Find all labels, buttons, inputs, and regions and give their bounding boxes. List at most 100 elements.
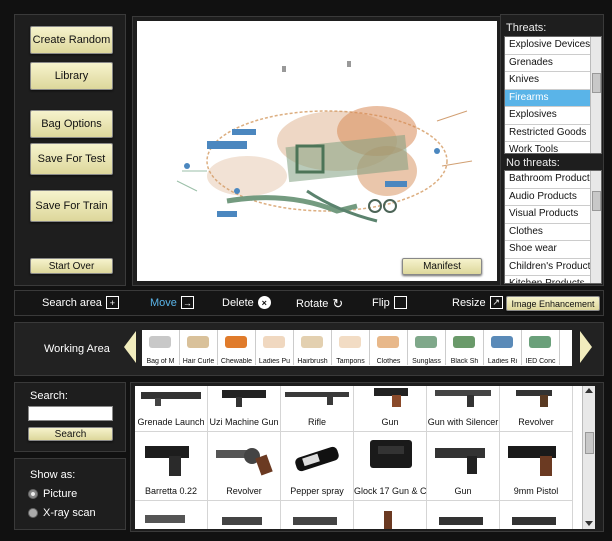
scrollbar-thumb[interactable] [585,432,594,454]
working-area-strip[interactable]: Bag of M Hair Curle Chewable Ladies Pu H… [142,330,572,366]
working-area-item[interactable]: Black Sh [446,330,484,365]
scroll-right-icon[interactable] [580,331,592,363]
no-threat-item[interactable]: Audio Products [505,189,601,206]
search-area-tool[interactable]: Search area + [42,296,119,309]
no-threat-item[interactable]: Clothes [505,224,601,241]
library-item[interactable]: Gun with Silencer [427,386,500,432]
library-item[interactable] [500,501,573,529]
no-threat-item[interactable]: Kitchen Products [505,276,601,283]
working-area-item[interactable]: Tampons [332,330,370,365]
library-item[interactable]: Revolver [500,386,573,432]
library-item-label: Grenade Launch [137,417,205,427]
library-scrollbar[interactable] [582,386,595,529]
working-area-item-label: Chewable [220,358,253,365]
library-item[interactable] [354,501,427,529]
rotate-tool[interactable]: Rotate ↻ [296,296,343,312]
flip-tool[interactable]: Flip [372,296,407,309]
delete-tool[interactable]: Delete × [222,296,271,309]
library-item[interactable] [281,501,354,529]
no-threat-item[interactable]: Shoe wear [505,241,601,259]
threat-item[interactable]: Restricted Goods [505,125,601,142]
no-threats-list[interactable]: Bathroom Products Audio Products Visual … [504,170,602,284]
radio-picture[interactable]: Picture [28,488,77,500]
scroll-up-icon[interactable] [585,388,593,393]
no-threat-item[interactable]: Children's Products [505,259,601,276]
threat-item-selected[interactable]: Firearms [505,89,601,107]
threat-item[interactable]: Work Tools [505,142,601,153]
delete-x-icon: × [257,296,271,309]
library-item[interactable]: Revolver [208,432,281,501]
library-item[interactable]: Barretta 0.22 [135,432,208,501]
search-input[interactable] [28,406,113,421]
resize-tool[interactable]: Resize ↗ [452,296,503,309]
bag-options-button[interactable]: Bag Options [30,110,113,138]
move-tool[interactable]: Move → [150,296,194,309]
gun-image [293,517,337,525]
threat-item[interactable]: Explosives [505,107,601,125]
xray-bag-image [176,61,473,223]
library-item-label: Revolver [518,417,554,427]
uzi-image [222,390,266,407]
resize-icon: ↗ [489,296,503,309]
library-item-label: Revolver [226,486,262,496]
library-item[interactable]: Rifle [281,386,354,432]
working-area-item[interactable]: Chewable [218,330,256,365]
search-button[interactable]: Search [28,427,113,441]
image-enhancement-button[interactable]: Image Enhancement [506,296,600,311]
xray-viewer[interactable]: Manifest [137,21,497,281]
start-over-button[interactable]: Start Over [30,258,113,274]
threats-scrollbar[interactable] [590,37,601,153]
working-area-item-label: Hair Curle [182,358,215,365]
radio-xray[interactable]: X-ray scan [28,507,96,519]
library-item-label: Barretta 0.22 [144,486,198,496]
library-item[interactable]: Glock 17 Gun & C [354,432,427,501]
library-item[interactable] [135,501,208,529]
threat-item[interactable]: Grenades [505,55,601,72]
working-area-item[interactable]: Bag of M [142,330,180,365]
delete-label: Delete [222,296,254,309]
save-for-train-button[interactable]: Save For Train [30,190,113,222]
no-threats-label: No threats: [506,157,560,169]
save-for-test-button[interactable]: Save For Test [30,143,113,175]
working-area-label: Working Area [44,343,110,355]
library-item[interactable]: Uzi Machine Gun [208,386,281,432]
threat-item[interactable]: Knives [505,72,601,90]
library-item[interactable] [427,501,500,529]
library-item[interactable] [208,501,281,529]
library-item[interactable]: 9mm Pistol [500,432,573,501]
no-threat-item[interactable]: Visual Products [505,206,601,224]
working-area-item[interactable]: Hairbrush [294,330,332,365]
library-item[interactable]: Grenade Launch [135,386,208,432]
rotate-label: Rotate [296,298,329,310]
no-threat-item[interactable]: Bathroom Products [505,171,601,189]
scroll-down-icon[interactable] [585,521,593,526]
working-area-item[interactable]: IED Conc [522,330,560,365]
library-grid[interactable]: Grenade Launch Uzi Machine Gun Rifle Gun… [135,386,595,529]
working-area-item[interactable]: Clothes [370,330,408,365]
threat-item[interactable]: Explosive Devices [505,37,601,55]
pepper-spray-image [295,446,339,472]
library-item-label: Gun [381,417,399,427]
rifle-image [285,392,349,405]
search-area-label: Search area [42,296,102,309]
glock-image [370,440,412,468]
threats-list[interactable]: Explosive Devices Grenades Knives Firear… [504,36,602,154]
gun-image [222,517,262,525]
library-item[interactable]: Gun [354,386,427,432]
manifest-button[interactable]: Manifest [402,258,482,275]
scroll-left-icon[interactable] [124,331,136,363]
library-item[interactable]: Gun [427,432,500,501]
barretta-image [145,446,189,476]
library-button[interactable]: Library [30,62,113,90]
library-item-label: Uzi Machine Gun [209,417,279,427]
working-area-item[interactable]: Hair Curle [180,330,218,365]
working-area-item-label: Bag of M [146,358,175,365]
working-area-item[interactable]: Ladies Ri [484,330,522,365]
create-random-button[interactable]: Create Random [30,26,113,54]
working-area-item[interactable]: Sunglass [408,330,446,365]
move-label: Move [150,296,177,309]
library-item[interactable]: Pepper spray [281,432,354,501]
gun-image [512,517,556,525]
no-threats-scrollbar[interactable] [590,171,601,283]
working-area-item[interactable]: Ladies Pu [256,330,294,365]
